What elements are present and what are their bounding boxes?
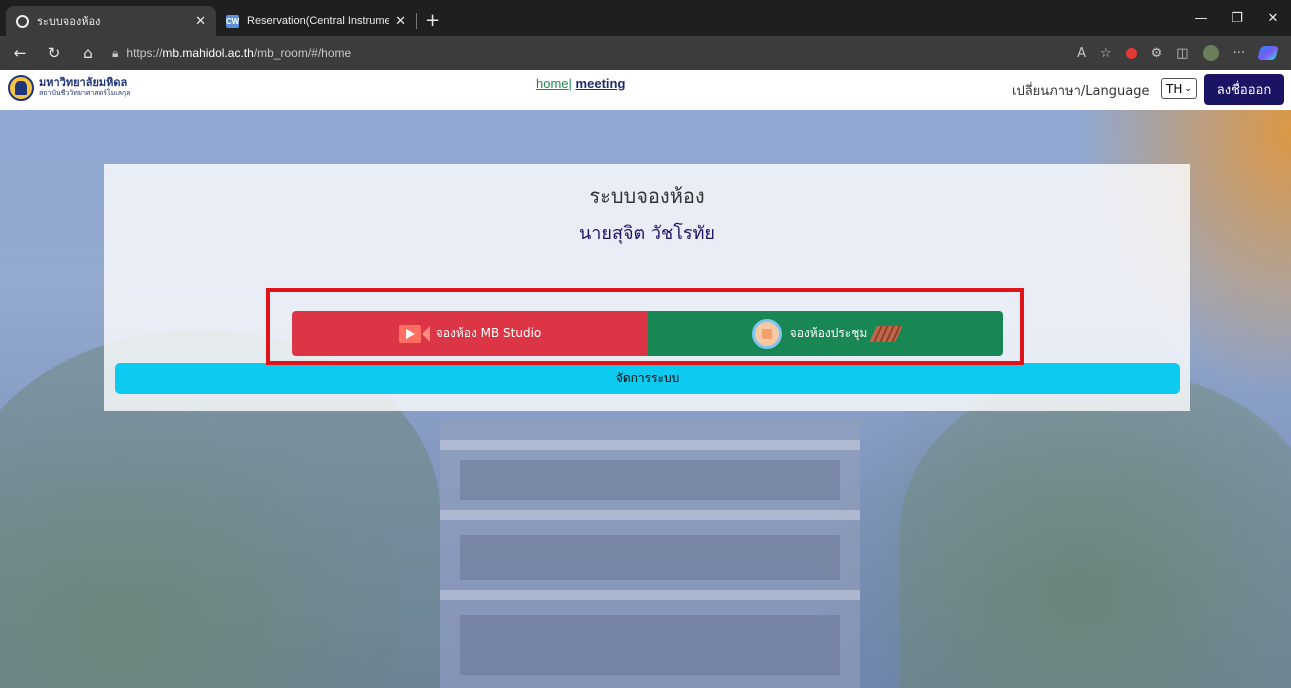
university-logo[interactable]: มหาวิทยาลัยมหิดล สถาบันชีววิทยาศาสตร์โมเ… bbox=[8, 75, 130, 101]
nav-meeting-link[interactable]: meeting bbox=[576, 76, 626, 91]
tab-close-icon[interactable]: ✕ bbox=[195, 13, 206, 29]
top-nav: home| meeting bbox=[536, 76, 625, 91]
minimize-icon[interactable]: — bbox=[1183, 11, 1219, 26]
extensions-icon[interactable]: ⚙ bbox=[1151, 46, 1163, 61]
url-path: /mb_room/#/home bbox=[253, 46, 352, 60]
refresh-icon[interactable]: ↻ bbox=[40, 44, 68, 62]
site-favicon-icon: CW bbox=[225, 14, 240, 28]
profile-icon[interactable] bbox=[1202, 45, 1219, 61]
video-camera-icon bbox=[398, 324, 430, 343]
book-meeting-room-label: จองห้องประชุม bbox=[789, 326, 868, 340]
university-seal-icon bbox=[8, 75, 34, 101]
url-host: mb.mahidol.ac.th bbox=[162, 46, 254, 60]
back-icon[interactable]: ← bbox=[6, 44, 34, 62]
new-tab-icon[interactable]: + bbox=[425, 10, 440, 31]
tab-divider bbox=[416, 13, 417, 29]
logout-button[interactable]: ลงชื่อออก bbox=[1204, 74, 1284, 105]
tab-close-icon[interactable]: ✕ bbox=[395, 13, 406, 29]
site-favicon-icon bbox=[16, 14, 29, 28]
restore-icon[interactable]: ❐ bbox=[1219, 11, 1255, 26]
more-icon[interactable]: ··· bbox=[1233, 46, 1245, 61]
system-admin-button[interactable]: จัดการระบบ bbox=[115, 363, 1180, 394]
tab-room-booking[interactable]: ระบบจองห้อง ✕ bbox=[6, 6, 216, 36]
browser-toolbar-icons: A ☆ ⚙ ◫ ··· bbox=[1077, 45, 1279, 61]
logo-sub-text: สถาบันชีววิทยาศาสตร์โมเลกุล bbox=[39, 89, 131, 97]
lock-icon[interactable]: 🔒︎ bbox=[112, 46, 118, 61]
meeting-table-icon bbox=[751, 318, 782, 349]
system-admin-label: จัดการระบบ bbox=[615, 371, 680, 385]
tab-title: ระบบจองห้อง bbox=[37, 16, 101, 28]
nav-home-link[interactable]: home bbox=[536, 76, 569, 91]
url-scheme: https:// bbox=[126, 46, 163, 60]
read-aloud-icon[interactable]: A bbox=[1077, 46, 1086, 61]
home-icon[interactable]: ⌂ bbox=[74, 44, 102, 62]
background-tree-right bbox=[900, 370, 1291, 688]
split-screen-icon[interactable]: ◫ bbox=[1176, 46, 1188, 61]
page-background: มหาวิทยาลัยมหิดล สถาบันชีววิทยาศาสตร์โมเ… bbox=[0, 70, 1291, 688]
favorite-icon[interactable]: ☆ bbox=[1100, 46, 1112, 61]
booking-card: ระบบจองห้อง นายสุจิต วัชโรทัย จองห้อง MB… bbox=[104, 164, 1190, 411]
site-header: มหาวิทยาลัยมหิดล สถาบันชีววิทยาศาสตร์โมเ… bbox=[0, 70, 1291, 110]
book-mb-studio-button[interactable]: จองห้อง MB Studio bbox=[292, 311, 648, 356]
language-select[interactable]: TH ⌄ bbox=[1161, 78, 1197, 99]
background-building bbox=[440, 420, 860, 688]
copilot-icon[interactable] bbox=[1257, 46, 1279, 60]
page-title: ระบบจองห้อง bbox=[589, 184, 705, 208]
user-name: นายสุจิต วัชโรทัย bbox=[579, 223, 715, 244]
language-value: TH bbox=[1166, 81, 1183, 96]
bench-icon bbox=[869, 325, 904, 342]
chevron-down-icon: ⌄ bbox=[1184, 83, 1192, 94]
tab-title: Reservation(Central Instrument) bbox=[247, 15, 390, 27]
language-label: เปลี่ยนภาษา/Language bbox=[1012, 84, 1150, 99]
address-bar[interactable]: 🔒︎ https://mb.mahidol.ac.th/mb_room/#/ho… bbox=[112, 40, 1077, 66]
close-window-icon[interactable]: ✕ bbox=[1255, 11, 1291, 26]
nav-separator: | bbox=[568, 76, 572, 91]
tab-reservation[interactable]: CW Reservation(Central Instrument) ✕ bbox=[216, 6, 416, 36]
window-controls: — ❐ ✕ bbox=[1183, 0, 1291, 36]
extension-record-icon[interactable] bbox=[1125, 47, 1137, 59]
logo-main-text: มหาวิทยาลัยมหิดล bbox=[39, 76, 128, 89]
address-toolbar: ← ↻ ⌂ 🔒︎ https://mb.mahidol.ac.th/mb_roo… bbox=[0, 36, 1291, 70]
browser-tab-bar: ระบบจองห้อง ✕ CW Reservation(Central Ins… bbox=[0, 0, 1291, 36]
book-mb-studio-label: จองห้อง MB Studio bbox=[435, 326, 542, 340]
book-meeting-room-button[interactable]: จองห้องประชุม bbox=[648, 311, 1003, 356]
